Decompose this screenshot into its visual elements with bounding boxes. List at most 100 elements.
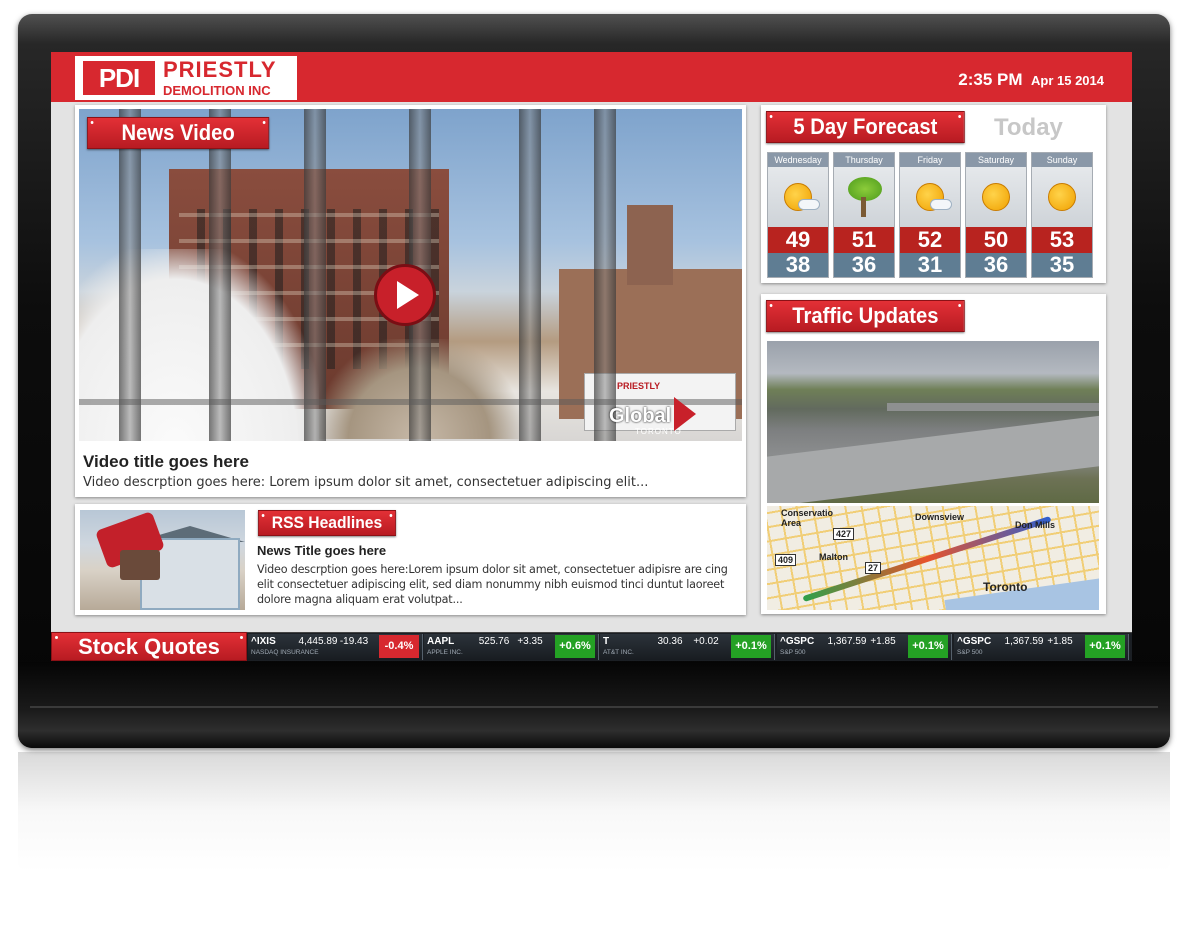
stock-symbol: T <box>603 636 610 647</box>
stock-percent-badge: +0.1% <box>908 635 948 658</box>
forecast-day: Sunday 53 35 <box>1031 152 1093 278</box>
stock-quotes-tab: Stock Quotes <box>51 632 247 661</box>
today-label[interactable]: Today <box>994 114 1063 142</box>
traffic-map[interactable]: Conservatio Area Downsview Don Mills Mal… <box>767 506 1099 610</box>
stock-quote[interactable]: AAPL 525.76 +3.35 APPLE INC. +0.6% <box>424 634 599 660</box>
stock-change: +1.85 <box>1047 636 1073 647</box>
forecast-low-temp: 36 <box>966 253 1026 277</box>
stock-name: S&P 500 <box>957 649 983 656</box>
forecast-high-temp: 49 <box>768 227 828 253</box>
forecast-day-name: Friday <box>900 153 960 167</box>
broadcaster-watermark: Global <box>609 405 672 427</box>
forecast-days: Wednesday 49 38 Thursday 51 36 Friday 52 31 Satur… <box>767 152 1093 278</box>
logo-wordmark: PRIESTLY DEMOLITION INC <box>163 57 277 98</box>
fence-bar <box>304 109 326 441</box>
stock-quote[interactable]: ^GSPC 1,367.59 +1.85 S&P 500 +0.1% <box>777 634 952 660</box>
video-player[interactable]: PRIESTLY Global TORONTO <box>79 109 742 441</box>
tv-chin <box>18 662 1170 748</box>
stock-change: -19.43 <box>339 636 369 647</box>
fence-bar <box>519 109 541 441</box>
rss-headlines-tab: RSS Headlines <box>258 510 396 536</box>
forecast-day-icon <box>1032 167 1092 227</box>
windy-tree-icon <box>846 177 882 217</box>
forecast-high-temp: 50 <box>966 227 1026 253</box>
stock-symbol: ^IXIS <box>251 636 276 647</box>
logo-line2: DEMOLITION INC <box>163 83 271 98</box>
forecast-tab: 5 Day Forecast <box>766 111 965 143</box>
traffic-updates-tab: Traffic Updates <box>766 300 965 332</box>
rss-news-description: Video descrption goes here:Lorem ipsum d… <box>257 563 728 606</box>
play-icon <box>397 281 419 309</box>
sunny-icon <box>982 183 1010 211</box>
stock-percent-badge: +0.1% <box>1085 635 1125 658</box>
forecast-day: Saturday 50 36 <box>965 152 1027 278</box>
company-logo: PDI PRIESTLY DEMOLITION INC <box>75 56 297 100</box>
forecast-day-name: Thursday <box>834 153 894 167</box>
stock-quote[interactable]: ^GSPC 1,367.59 +1.85 S&P 500 +0.1% <box>954 634 1129 660</box>
forecast-day: Friday 52 31 <box>899 152 961 278</box>
video-frame-tower <box>627 205 673 285</box>
tv-chin-line <box>30 706 1158 708</box>
forecast-day-icon <box>966 167 1026 227</box>
forecast-low-temp: 36 <box>834 253 894 277</box>
map-label-don-mills: Don Mills <box>1015 520 1055 530</box>
forecast-day: Wednesday 49 38 <box>767 152 829 278</box>
highway-shield-icon: 427 <box>833 528 855 540</box>
forecast-day-name: Sunday <box>1032 153 1092 167</box>
clock-time: 2:35 PM <box>958 70 1023 89</box>
cloud-icon <box>930 199 952 210</box>
forecast-day-icon <box>768 167 828 227</box>
stock-quote[interactable]: ^IXIS 4,445.89 -19.43 NASDAQ INSURANCE -0.4% <box>248 634 423 660</box>
video-frame-snow <box>79 249 319 441</box>
logo-line1: PRIESTLY <box>163 57 277 82</box>
trailer-text: PRIESTLY <box>617 381 661 391</box>
stock-percent-badge: -0.4% <box>379 635 419 658</box>
rss-thumbnail[interactable] <box>80 510 245 610</box>
forecast-low-temp: 38 <box>768 253 828 277</box>
logo-mark: PDI <box>83 61 155 95</box>
stock-symbol: ^GSPC <box>780 636 815 647</box>
stock-change: +3.35 <box>517 636 543 647</box>
stock-quote[interactable]: T 30.36 +0.02 AT&T INC. +0.1% <box>600 634 775 660</box>
rss-panel: RSS Headlines News Title goes here Video… <box>75 504 746 615</box>
thumb-excavator-claw <box>120 550 160 580</box>
broadcaster-chevron-icon <box>674 397 696 431</box>
video-title: Video title goes here <box>83 452 249 471</box>
play-button[interactable] <box>374 264 436 326</box>
stock-name: APPLE INC. <box>427 649 463 656</box>
cam-bridge <box>887 403 1099 411</box>
stock-change: +0.02 <box>693 636 719 647</box>
cloud-icon <box>798 199 820 210</box>
map-label-toronto: Toronto <box>983 580 1028 594</box>
map-label-downsview: Downsview <box>915 512 965 522</box>
stock-symbol: AAPL <box>427 636 455 647</box>
stock-change: +1.85 <box>870 636 896 647</box>
traffic-panel: Traffic Updates Conservatio Area Downsvi… <box>761 294 1106 614</box>
highway-shield-icon: 27 <box>865 562 882 574</box>
clock-date: Apr 15 2014 <box>1031 73 1104 88</box>
rss-news-title[interactable]: News Title goes here <box>257 543 386 558</box>
forecast-high-temp: 52 <box>900 227 960 253</box>
fence-bar <box>209 109 231 441</box>
stock-name: AT&T INC. <box>603 649 634 656</box>
cam-road <box>767 410 1099 503</box>
map-label-malton: Malton <box>819 552 848 562</box>
fence-bar <box>119 109 141 441</box>
stock-percent-badge: +0.6% <box>555 635 595 658</box>
map-label-conservation: Conservatio Area <box>781 508 834 528</box>
forecast-high-temp: 51 <box>834 227 894 253</box>
news-video-tab: News Video <box>87 117 270 149</box>
clock: 2:35 PM Apr 15 2014 <box>958 70 1104 90</box>
tv-reflection <box>18 752 1170 872</box>
forecast-high-temp: 53 <box>1032 227 1092 253</box>
forecast-low-temp: 31 <box>900 253 960 277</box>
forecast-day-name: Wednesday <box>768 153 828 167</box>
forecast-day-icon <box>834 167 894 227</box>
video-description: Video descrption goes here: Lorem ipsum … <box>83 475 649 490</box>
stock-name: NASDAQ INSURANCE <box>251 649 319 656</box>
sunny-icon <box>1048 183 1076 211</box>
header-bar: PDI PRIESTLY DEMOLITION INC 2:35 PM Apr … <box>51 52 1132 102</box>
forecast-day-name: Saturday <box>966 153 1026 167</box>
traffic-camera[interactable] <box>767 341 1099 503</box>
forecast-day-icon <box>900 167 960 227</box>
